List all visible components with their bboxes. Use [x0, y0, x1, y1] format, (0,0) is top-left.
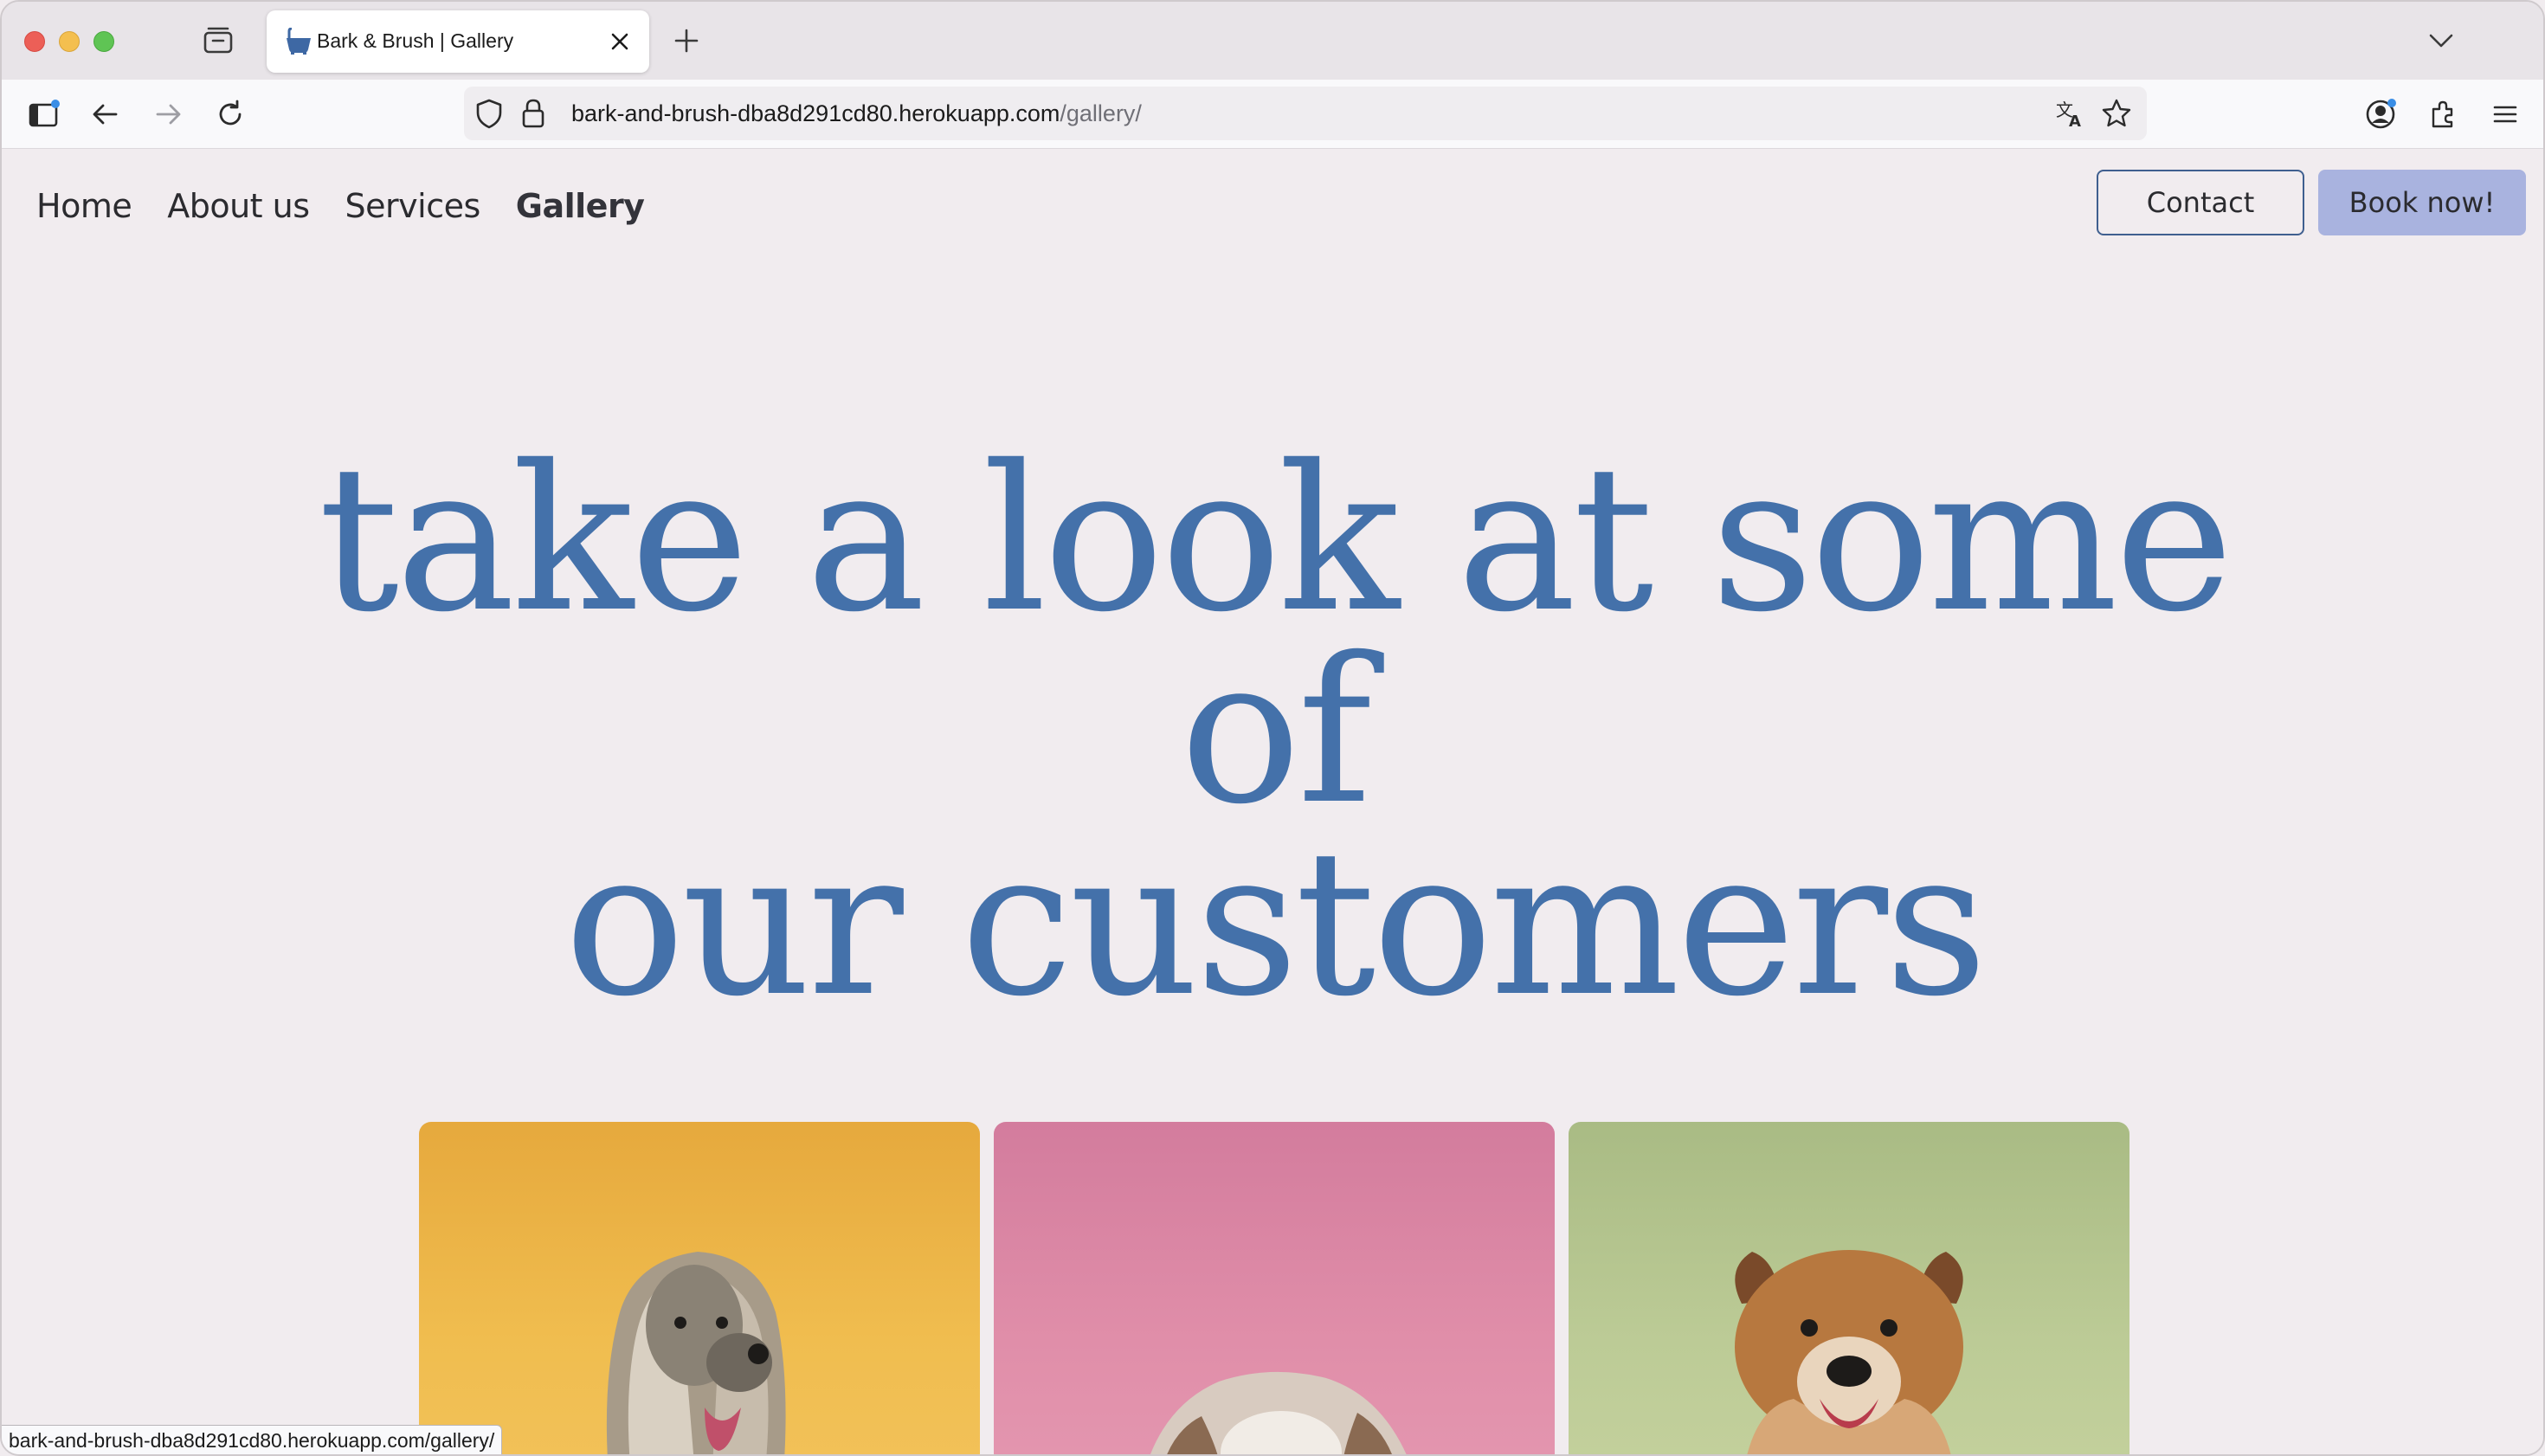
tab-gallery[interactable]: Bark & Brush | Gallery [267, 10, 649, 73]
gallery-photo-afghan-hound[interactable] [419, 1122, 980, 1454]
url-bar[interactable]: bark-and-brush-dba8d291cd80.herokuapp.co… [464, 87, 2147, 140]
account-icon[interactable] [2361, 95, 2400, 133]
star-icon[interactable] [2100, 97, 2133, 130]
nav-link-gallery[interactable]: Gallery [516, 187, 645, 225]
url-host: bark-and-brush-dba8d291cd80.herokuapp.co… [571, 100, 1060, 126]
nav-link-services[interactable]: Services [345, 187, 481, 225]
url-text[interactable]: bark-and-brush-dba8d291cd80.herokuapp.co… [571, 100, 1142, 127]
lock-icon[interactable] [518, 97, 549, 130]
site-navigation: Home About us Services Gallery [36, 180, 645, 232]
url-path: /gallery/ [1060, 100, 1142, 126]
close-icon[interactable] [606, 28, 634, 55]
tab-bar: Bark & Brush | Gallery [2, 2, 2543, 80]
chevron-down-icon[interactable] [2426, 26, 2457, 55]
status-bar-link-preview: bark-and-brush-dba8d291cd80.herokuapp.co… [2, 1425, 503, 1454]
book-now-button[interactable]: Book now! [2318, 170, 2526, 235]
tab-overview-icon[interactable] [203, 26, 234, 55]
forward-arrow-icon[interactable] [149, 95, 187, 133]
gallery-photo-fluffy-dog[interactable] [994, 1122, 1555, 1454]
shield-icon[interactable] [473, 97, 506, 130]
menu-icon[interactable] [2486, 95, 2524, 133]
page-title: take a look at some of our customers [235, 439, 2313, 1024]
page-title-line-1: take a look at some of [318, 422, 2233, 848]
close-window-button[interactable] [24, 31, 45, 52]
nav-link-about[interactable]: About us [167, 187, 310, 225]
bathtub-favicon-icon [284, 27, 313, 55]
back-arrow-icon[interactable] [87, 95, 125, 133]
gallery-photo-pomeranian-mix[interactable] [1569, 1122, 2129, 1454]
svg-text:A: A [2069, 113, 2081, 130]
sidebar-icon[interactable] [24, 95, 62, 133]
plus-icon[interactable] [670, 24, 703, 57]
minimize-window-button[interactable] [59, 31, 80, 52]
contact-button[interactable]: Contact [2097, 170, 2304, 235]
reload-icon[interactable] [211, 95, 249, 133]
page-content: Home About us Services Gallery Contact B… [2, 149, 2543, 1454]
extensions-icon[interactable] [2424, 95, 2462, 133]
navigation-toolbar: bark-and-brush-dba8d291cd80.herokuapp.co… [2, 80, 2543, 149]
nav-link-home[interactable]: Home [36, 187, 132, 225]
maximize-window-button[interactable] [93, 31, 114, 52]
browser-window: Bark & Brush | Gallery bark-and-brush-db… [0, 0, 2545, 1456]
page-title-line-2: our customers [564, 807, 1988, 1040]
tab-title: Bark & Brush | Gallery [317, 29, 514, 52]
translate-icon[interactable]: 文 A [2053, 97, 2086, 131]
